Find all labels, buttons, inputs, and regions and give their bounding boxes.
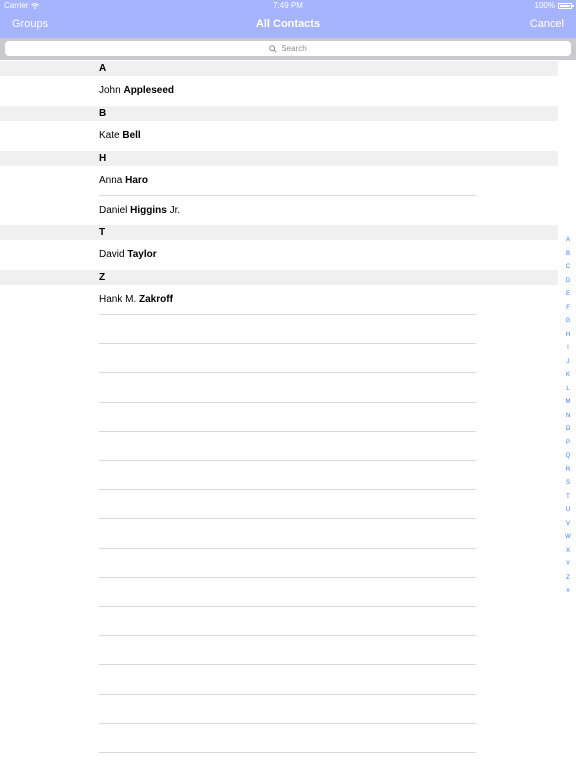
contact-row[interactable]: Anna Haro	[0, 166, 558, 195]
row-separator	[99, 401, 476, 403]
section-index-bar[interactable]: A B C D E F G H I J K L M N O P Q R S T U V W X Y Z #	[562, 234, 574, 599]
index-letter[interactable]: D	[566, 275, 570, 289]
section-header-b: B	[0, 106, 558, 121]
contact-row[interactable]: Kate Bell	[0, 121, 558, 150]
section-header-h: H	[0, 151, 558, 166]
index-letter[interactable]: Y	[566, 558, 570, 572]
contact-name: Daniel Higgins Jr.	[99, 205, 181, 216]
contact-row[interactable]: David Taylor	[0, 240, 558, 269]
index-letter[interactable]: R	[566, 464, 570, 478]
index-letter[interactable]: K	[566, 369, 570, 383]
index-letter[interactable]: Q	[566, 450, 571, 464]
contact-row[interactable]: Daniel Higgins Jr.	[0, 196, 558, 225]
cancel-button[interactable]: Cancel	[530, 18, 564, 30]
index-letter[interactable]: I	[567, 342, 569, 356]
contact-name: Kate Bell	[99, 130, 141, 141]
index-letter[interactable]: L	[566, 383, 569, 397]
row-separator	[99, 460, 476, 461]
index-letter[interactable]: J	[567, 356, 570, 370]
row-separator	[99, 693, 476, 695]
row-separator	[99, 547, 476, 549]
battery-group: 100%	[534, 1, 574, 10]
contact-name: Hank M. Zakroff	[99, 294, 173, 305]
row-separator	[99, 722, 476, 724]
index-letter[interactable]: O	[566, 423, 571, 437]
battery-icon	[558, 2, 574, 9]
index-letter[interactable]: V	[566, 518, 570, 532]
row-separator	[99, 606, 476, 607]
row-separator	[99, 664, 476, 666]
contact-row[interactable]: John Appleseed	[0, 76, 558, 105]
row-separator	[99, 372, 476, 374]
search-bar: Search	[0, 38, 576, 60]
row-separator	[99, 518, 476, 520]
index-letter[interactable]: P	[566, 437, 570, 451]
index-letter[interactable]: T	[566, 491, 570, 505]
section-header-a: A	[0, 61, 558, 76]
index-letter[interactable]: A	[566, 234, 570, 248]
page-title: All Contacts	[255, 18, 321, 30]
search-icon	[269, 44, 277, 53]
index-letter[interactable]: W	[565, 531, 571, 545]
index-letter[interactable]: C	[566, 261, 570, 275]
index-letter[interactable]: F	[566, 302, 570, 316]
contact-name: David Taylor	[99, 249, 157, 260]
row-separator	[99, 752, 476, 753]
row-separator	[99, 635, 476, 637]
row-separator	[99, 489, 476, 491]
search-placeholder: Search	[281, 44, 307, 53]
section-letter: A	[99, 63, 107, 74]
section-letter: H	[99, 153, 107, 164]
index-letter[interactable]: B	[566, 248, 570, 262]
status-time: 7:49 PM	[273, 1, 303, 10]
search-input[interactable]: Search	[5, 41, 571, 56]
index-letter[interactable]: E	[566, 288, 570, 302]
battery-percent: 100%	[534, 1, 555, 10]
section-header-t: T	[0, 225, 558, 240]
section-letter: B	[99, 108, 107, 119]
row-separator	[99, 576, 476, 578]
section-letter: Z	[99, 272, 106, 283]
row-separator	[99, 343, 476, 345]
index-letter[interactable]: X	[566, 545, 570, 559]
contact-name: Anna Haro	[99, 175, 148, 186]
index-letter[interactable]: S	[566, 477, 570, 491]
contact-name: John Appleseed	[99, 85, 175, 96]
index-letter[interactable]: Z	[566, 572, 570, 586]
row-separator	[99, 314, 476, 315]
navigation-bar: Groups All Contacts Cancel	[0, 12, 576, 38]
index-letter[interactable]: #	[566, 585, 569, 599]
status-bar: Carrier 7:49 PM 100%	[0, 0, 576, 12]
contact-row[interactable]: Hank M. Zakroff	[0, 285, 558, 314]
section-header-z: Z	[0, 270, 558, 285]
row-separator	[99, 430, 476, 432]
index-letter[interactable]: G	[566, 315, 571, 329]
index-letter[interactable]: N	[566, 410, 570, 424]
index-letter[interactable]: U	[566, 504, 570, 518]
index-letter[interactable]: M	[566, 396, 571, 410]
index-letter[interactable]: H	[566, 329, 570, 343]
section-letter: T	[99, 227, 106, 238]
